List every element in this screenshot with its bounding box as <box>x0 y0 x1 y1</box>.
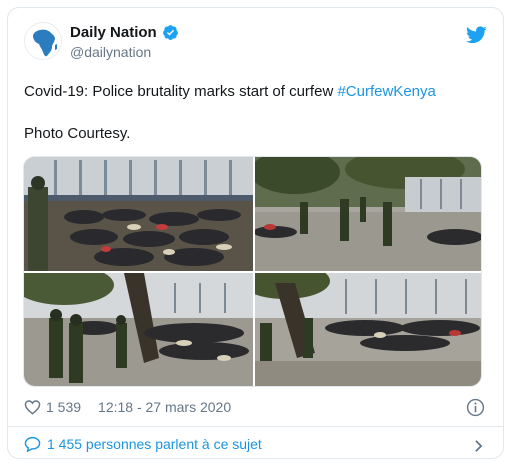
author-handle[interactable]: @dailynation <box>70 44 151 60</box>
tweet-text-line2: Photo Courtesy. <box>24 125 131 142</box>
africa-map-logo-icon <box>25 23 61 59</box>
tweet-text: Covid-19: Police brutality marks start o… <box>24 82 490 102</box>
timestamp[interactable]: 12:18 - 27 mars 2020 <box>98 399 231 415</box>
chevron-right-icon[interactable] <box>474 439 483 453</box>
info-icon[interactable] <box>466 398 485 417</box>
hashtag-link[interactable]: #CurfewKenya <box>337 83 435 100</box>
conversation-link[interactable]: 1 455 personnes parlent à ce sujet <box>24 436 262 452</box>
author-name[interactable]: Daily Nation <box>70 24 179 41</box>
photo-police-on-street[interactable] <box>255 157 481 271</box>
tweet-card: Daily Nation @dailynation Covid-19: Poli… <box>7 7 504 459</box>
speech-bubble-icon <box>24 436 41 452</box>
twitter-logo-icon[interactable] <box>466 26 487 44</box>
photo-police-and-crowd-under-tree[interactable] <box>24 273 253 386</box>
verified-badge-icon <box>162 25 178 40</box>
divider <box>8 426 503 427</box>
avatar[interactable] <box>24 22 62 60</box>
heart-icon[interactable] <box>24 399 41 415</box>
photo-grid <box>23 156 482 387</box>
author-name-text[interactable]: Daily Nation <box>70 24 157 41</box>
photo-crowd-on-ground-tree[interactable] <box>255 273 481 386</box>
tweet-text-body: Covid-19: Police brutality marks start o… <box>24 83 338 100</box>
tweet-meta: 1 539 12:18 - 27 mars 2020 <box>24 399 231 415</box>
conversation-label[interactable]: 1 455 personnes parlent à ce sujet <box>47 436 262 452</box>
photo-crowd-seated-by-wall[interactable] <box>24 157 253 271</box>
like-count[interactable]: 1 539 <box>46 399 81 415</box>
